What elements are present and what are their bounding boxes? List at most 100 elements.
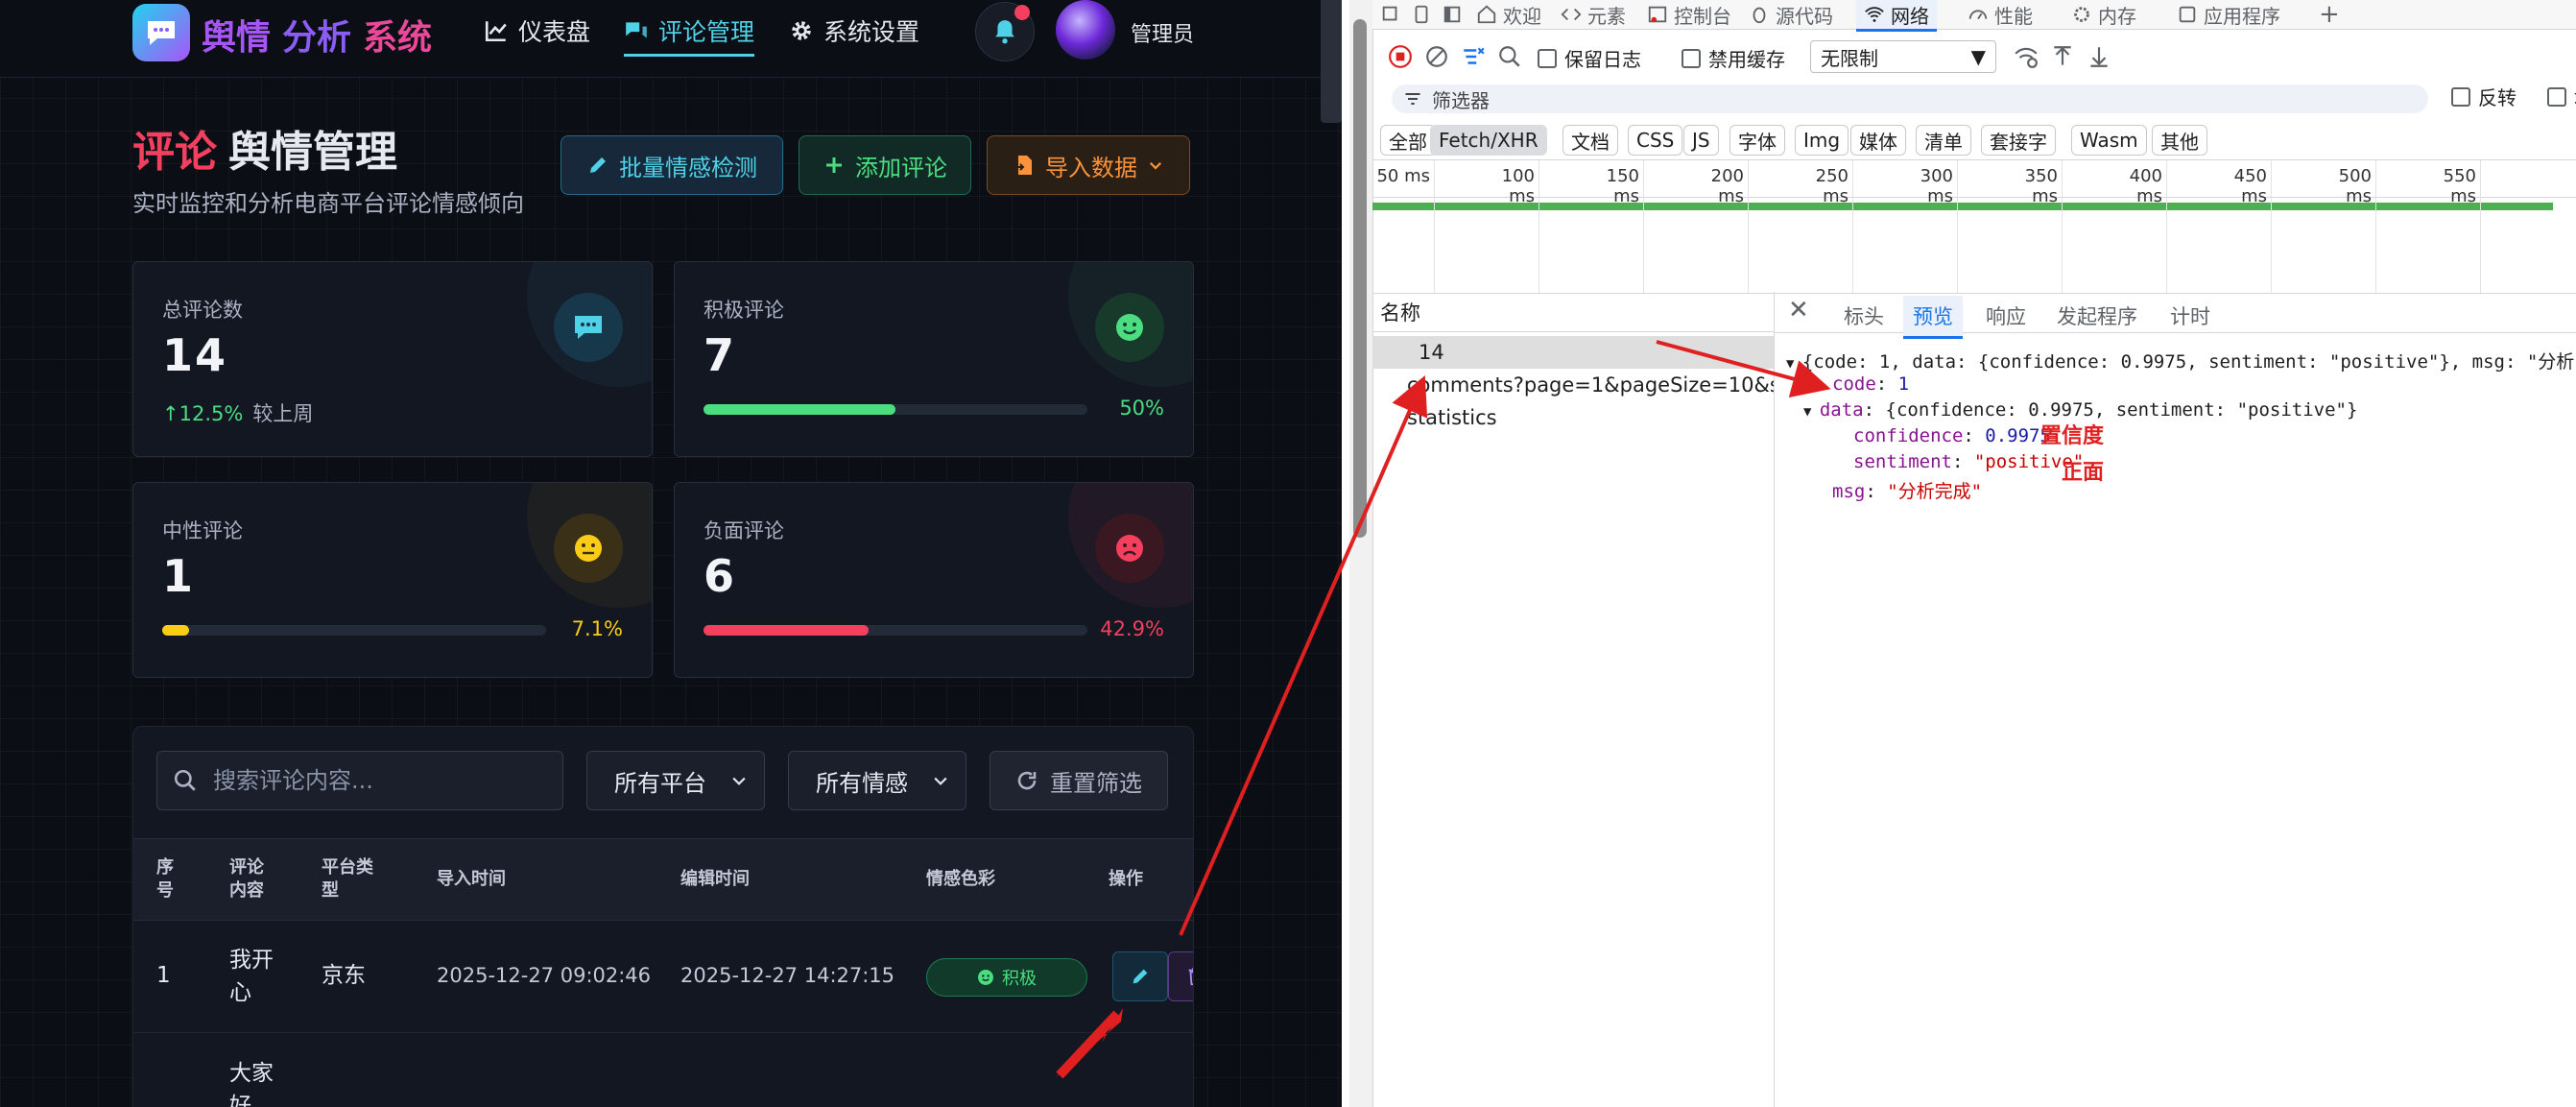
checkbox-box[interactable] (2547, 86, 2566, 107)
add-tab-icon[interactable]: + (2319, 0, 2340, 29)
filter-input[interactable]: 筛选器 (1392, 84, 2428, 113)
gear-icon (792, 21, 811, 40)
type-filter-chip[interactable]: Img (1795, 125, 1849, 156)
app-icon (2179, 6, 2196, 23)
dropdown-arrow-icon: ▼ (1970, 45, 1986, 68)
search-input[interactable] (211, 766, 541, 795)
devtools-scrollbar-thumb[interactable] (1353, 19, 1367, 538)
request-item[interactable]: comments?page=1&pageSize=10&s... (1372, 369, 1774, 401)
expand-triangle-icon[interactable]: ▼ (1803, 404, 1820, 420)
invert-label: 反转 (2478, 86, 2516, 109)
detail-tab-headers[interactable]: 标头 (1844, 301, 1884, 330)
clear-icon[interactable] (1424, 44, 1449, 69)
stat-total-trend-value: 12.5% (179, 402, 244, 425)
disable-cache-checkbox[interactable]: 禁用缓存 (1682, 44, 1785, 72)
expand-triangle-icon[interactable]: ▼ (1786, 356, 1802, 372)
notification-button[interactable] (975, 2, 1035, 61)
user-name[interactable]: 管理员 (1131, 17, 1194, 48)
checkbox-box[interactable] (2451, 86, 2470, 107)
bug-icon (1753, 7, 1766, 24)
chart-line-icon (485, 21, 507, 42)
close-icon[interactable]: ✕ (1788, 296, 1809, 325)
devtools-scrollbar[interactable] (1349, 0, 1373, 1107)
type-filter-chip[interactable]: JS (1683, 125, 1719, 156)
detail-tab-preview[interactable]: 预览 (1903, 296, 1963, 339)
timeline-gridline (1643, 160, 1644, 293)
type-filter-chip[interactable]: Wasm (2071, 125, 2147, 156)
detail-tab-initiator[interactable]: 发起程序 (2057, 301, 2137, 330)
network-conditions-icon[interactable] (2014, 44, 2039, 69)
detail-tab-timing[interactable]: 计时 (2170, 301, 2210, 330)
platform-select[interactable]: 所有平台 (586, 751, 765, 810)
devtools-tab-sources[interactable]: 源代码 (1749, 0, 1833, 29)
timeline-gridline (2062, 160, 2063, 293)
cell-index: 1 (156, 963, 171, 988)
devtools-tab-elements-label: 元素 (1587, 4, 1626, 28)
nav-dashboard-label: 仪表盘 (518, 18, 591, 46)
stat-total-label: 总评论数 (162, 299, 243, 322)
page-scrollbar[interactable] (1321, 0, 1342, 123)
batch-detect-button[interactable]: 批量情感检测 (561, 135, 783, 195)
page-title: 评论 舆情管理 (132, 117, 397, 179)
devtools-tab-application[interactable]: 应用程序 (2177, 0, 2280, 29)
timeline-gridline (2480, 160, 2481, 293)
table-row: 1 我开心 京东 2025-12-27 09:02:46 2025-12-27 … (133, 919, 1193, 1033)
timeline-label: 550 ms (2443, 166, 2476, 206)
download-icon[interactable] (2087, 44, 2111, 69)
devtools-tab-memory[interactable]: 内存 (2071, 0, 2136, 29)
checkbox-box[interactable] (1538, 48, 1557, 68)
import-data-button[interactable]: 导入数据 (987, 135, 1190, 195)
notification-dot (1014, 5, 1030, 20)
sentiment-select[interactable]: 所有情感 (788, 751, 966, 810)
search-box[interactable] (156, 751, 563, 810)
json-value-msg: "分析完成" (1887, 481, 1983, 502)
reset-filters-button[interactable]: 重置筛选 (990, 751, 1168, 810)
record-stop-icon[interactable] (1388, 44, 1413, 69)
devtools-tab-welcome-label: 欢迎 (1503, 4, 1541, 28)
top-navbar: 舆情 分析 系统 仪表盘 评论管理 系统设置 管理员 (0, 0, 1342, 78)
sidebar-icon[interactable] (1442, 0, 1463, 29)
stat-total-trend: ↑12.5% 较上周 (162, 398, 313, 427)
json-root-summary[interactable]: ▼ {code: 1, data: {confidence: 0.9975, s… (1786, 348, 2574, 373)
nav-comments-label: 评论管理 (658, 18, 755, 46)
mobile-icon[interactable] (1411, 0, 1432, 29)
nav-comments[interactable]: 评论管理 (624, 13, 755, 57)
filter-settings-icon[interactable] (1461, 44, 1486, 69)
devtools-tab-elements[interactable]: 元素 (1561, 0, 1626, 29)
preserve-log-checkbox[interactable]: 保留日志 (1538, 44, 1641, 72)
type-filter-chip[interactable]: 全部 (1380, 125, 1436, 156)
edit-button[interactable] (1112, 951, 1168, 1001)
add-comment-button[interactable]: 添加评论 (799, 135, 971, 195)
upload-icon[interactable] (2050, 44, 2075, 69)
nav-settings[interactable]: 系统设置 (789, 13, 919, 48)
request-item[interactable]: 14 (1372, 336, 1774, 369)
devtools-tab-welcome[interactable]: 欢迎 (1476, 0, 1541, 29)
devtools-tab-performance[interactable]: 性能 (1968, 0, 2033, 29)
type-filter-chip[interactable]: 文档 (1562, 125, 1618, 156)
invert-checkbox[interactable]: 反转 (2451, 83, 2516, 110)
json-data-line[interactable]: ▼ data: {confidence: 0.9975, sentiment: … (1803, 399, 2357, 421)
th-sentiment: 情感色彩 (926, 869, 995, 889)
logo-word-3: 系统 (363, 18, 433, 58)
request-item[interactable]: statistics (1372, 401, 1774, 434)
avatar[interactable] (1056, 0, 1115, 60)
type-filter-chip[interactable]: 字体 (1729, 125, 1785, 156)
search-icon[interactable] (1497, 44, 1522, 69)
detail-tab-response[interactable]: 响应 (1986, 301, 2026, 330)
devtools-tab-network[interactable]: 网络 (1856, 0, 1937, 32)
type-filter-chip[interactable]: 套接字 (1981, 125, 2056, 156)
nav-dashboard[interactable]: 仪表盘 (484, 13, 590, 48)
request-list: 名称 14 comments?page=1&pageSize=10&s... s… (1372, 292, 1775, 1107)
type-filter-chip[interactable]: 其他 (2152, 125, 2207, 156)
checkbox-box[interactable] (1682, 48, 1701, 68)
throttle-select[interactable]: 无限制 ▼ (1810, 40, 1996, 73)
devtools-tab-console[interactable]: 控制台 (1647, 0, 1731, 29)
type-filter-chip[interactable]: Fetch/XHR (1430, 125, 1547, 156)
type-filter-chip[interactable]: CSS (1628, 125, 1683, 156)
comments-panel: 所有平台 所有情感 重置筛选 序号 评论内容 平台类型 导入时间 编辑时间 情感… (132, 726, 1194, 1107)
type-filter-chip[interactable]: 媒体 (1850, 125, 1906, 156)
delete-button[interactable] (1168, 951, 1193, 1001)
device-toggle-icon[interactable] (1380, 0, 1401, 29)
name-column-header[interactable]: 名称 (1372, 292, 1774, 332)
type-filter-chip[interactable]: 清单 (1916, 125, 1971, 156)
